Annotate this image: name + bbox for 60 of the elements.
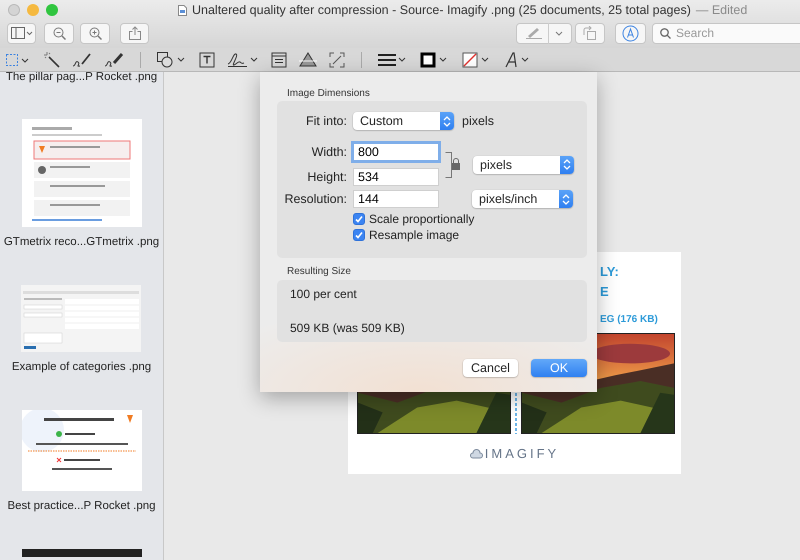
- rotate-icon: [582, 26, 598, 40]
- edited-status: — Edited: [696, 3, 748, 17]
- prism-icon[interactable]: [299, 52, 317, 68]
- line-style-icon[interactable]: [378, 52, 408, 66]
- sketch-icon[interactable]: [72, 52, 92, 68]
- section-title: Resulting Size: [286, 266, 352, 277]
- magic-wand-icon[interactable]: [44, 52, 60, 68]
- stepper-icon: [560, 156, 574, 174]
- window-title: Unaltered quality after compression - Source- Imagify .png (25 documents, 25 total pages): [192, 3, 691, 17]
- heading-text: E: [600, 284, 610, 300]
- note-icon[interactable]: [271, 52, 287, 68]
- result-size: 509 KB (was 509 KB): [290, 321, 406, 335]
- thumbnail-label[interactable]: Best practice...P Rocket .png: [7, 500, 156, 512]
- logo-text: IMAGIFY: [484, 446, 560, 461]
- document-caption: EG (176 KB): [599, 314, 659, 325]
- checkbox-label[interactable]: Resample image: [369, 228, 460, 242]
- heading-text: LY:: [600, 264, 620, 280]
- zoom-out-button[interactable]: [44, 22, 74, 44]
- zoom-in-button[interactable]: [80, 22, 110, 44]
- document-icon: [178, 4, 187, 16]
- share-button[interactable]: [120, 22, 149, 44]
- sidebar-icon: [10, 27, 32, 39]
- thumbnail-label[interactable]: Example of categories .png: [12, 361, 152, 373]
- sidebar-button[interactable]: [7, 22, 36, 44]
- zoom-in-icon: [88, 26, 102, 40]
- signature-icon[interactable]: [227, 52, 259, 68]
- field-label: Resolution:: [283, 192, 347, 206]
- cloud-logo-icon: [470, 448, 483, 458]
- field-label: Height:: [306, 170, 347, 184]
- field-label: Fit into:: [305, 114, 347, 128]
- search-icon: [660, 28, 671, 38]
- draw-icon[interactable]: [104, 52, 124, 68]
- field-label: Width:: [310, 145, 347, 159]
- text-box-icon[interactable]: [199, 52, 215, 68]
- resize-icon[interactable]: [329, 52, 345, 68]
- thumbnail-label[interactable]: The pillar pag...P Rocket .png: [6, 72, 158, 83]
- zoom-out-icon: [52, 26, 66, 40]
- checkbox[interactable]: [353, 213, 365, 225]
- resolution-unit-popup[interactable]: pixels/inch: [472, 190, 573, 208]
- stepper-icon: [440, 112, 454, 130]
- section-title: Image Dimensions: [286, 88, 371, 99]
- checkbox-label[interactable]: Scale proportionally: [369, 212, 474, 226]
- thumbnail-label[interactable]: GTmetrix reco...GTmetrix .png: [4, 236, 160, 248]
- share-icon: [128, 26, 140, 40]
- caret-icon: [554, 30, 562, 36]
- unit-label: pixels: [462, 114, 494, 128]
- shapes-icon[interactable]: [157, 52, 187, 68]
- resolution-field[interactable]: 144: [353, 190, 439, 208]
- unit-popup[interactable]: pixels: [473, 156, 574, 174]
- stepper-icon: [559, 190, 573, 208]
- checkbox[interactable]: [353, 229, 365, 241]
- pen-icon: [526, 27, 542, 39]
- height-field[interactable]: 534: [353, 168, 439, 186]
- markup-circle-icon: [622, 24, 639, 42]
- annotate-button[interactable]: [615, 22, 646, 44]
- fit-popup[interactable]: Custom: [353, 112, 454, 130]
- cancel-button[interactable]: Cancel: [463, 359, 518, 377]
- width-field[interactable]: 800: [353, 143, 439, 161]
- result-percent: 100 per cent: [290, 287, 358, 301]
- search-field[interactable]: Search: [652, 22, 800, 44]
